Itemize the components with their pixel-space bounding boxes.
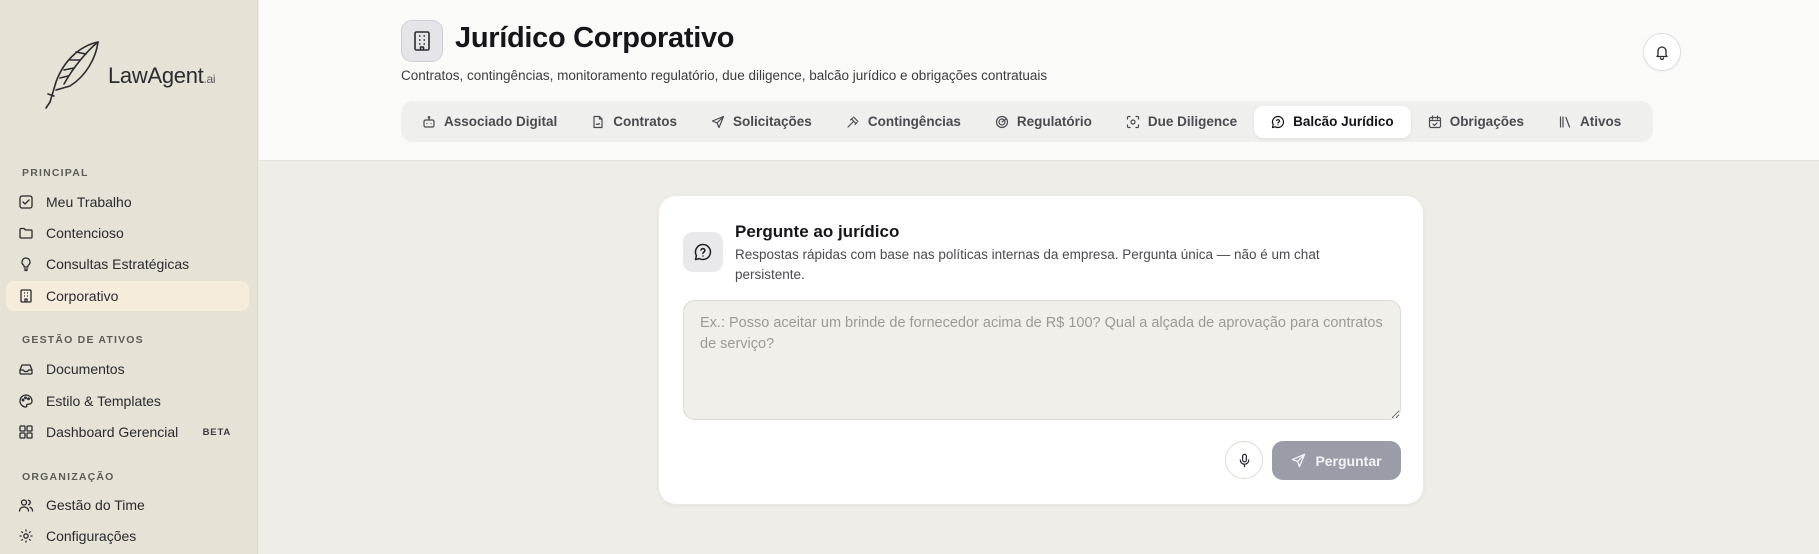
- tab-label: Contingências: [867, 114, 961, 129]
- tab-label: Obrigações: [1449, 114, 1524, 129]
- sidebar-item-label: Documentos: [46, 361, 125, 377]
- tab-regulatorio[interactable]: Regulatório: [978, 106, 1109, 138]
- card-description: Respostas rápidas com base nas políticas…: [735, 247, 1320, 282]
- users-icon: [18, 497, 34, 513]
- calendar-check-icon: [1428, 114, 1442, 129]
- sidebar-item-label: Estilo & Templates: [46, 393, 161, 409]
- brand-logo[interactable]: LawAgent.ai: [40, 38, 216, 110]
- sidebar-item-consultas-estrategicas[interactable]: Consultas Estratégicas: [6, 249, 249, 279]
- check-square-icon: [18, 194, 34, 210]
- sidebar: LawAgent.ai PRINCIPAL Meu Trabalho Conte…: [0, 0, 258, 554]
- sidebar-item-label: Configurações: [46, 528, 137, 544]
- tab-contratos[interactable]: Contratos: [574, 106, 694, 138]
- ask-legal-card: Pergunte ao jurídico Respostas rápidas c…: [658, 195, 1424, 505]
- notifications-button[interactable]: [1643, 33, 1681, 71]
- brand-name: LawAgent.ai: [108, 63, 216, 88]
- sidebar-item-documentos[interactable]: Documentos: [6, 354, 249, 384]
- voice-input-button[interactable]: [1225, 441, 1263, 479]
- scan-icon: [1126, 115, 1140, 129]
- lightbulb-icon: [18, 256, 34, 272]
- ask-button-label: Perguntar: [1315, 452, 1382, 469]
- ask-button[interactable]: Perguntar: [1272, 441, 1401, 480]
- tab-label: Associado Digital: [444, 114, 558, 129]
- sidebar-item-estilo-templates[interactable]: Estilo & Templates: [6, 386, 249, 416]
- bot-icon: [422, 115, 436, 129]
- bell-icon: [1656, 46, 1668, 60]
- question-input[interactable]: [683, 300, 1401, 420]
- tab-ativos[interactable]: Ativos: [1541, 106, 1638, 138]
- microphone-icon: [1239, 453, 1249, 467]
- section-label-principal: PRINCIPAL: [22, 167, 89, 179]
- sidebar-item-label: Corporativo: [46, 288, 119, 304]
- sidebar-item-label: Consultas Estratégicas: [46, 256, 190, 272]
- tab-contingencias[interactable]: Contingências: [829, 106, 978, 138]
- send-icon: [711, 115, 725, 129]
- sidebar-item-dashboard-gerencial[interactable]: Dashboard Gerencial BETA: [6, 417, 249, 447]
- gavel-icon: [846, 115, 860, 129]
- tab-label: Due Diligence: [1147, 114, 1238, 129]
- tab-associado-digital[interactable]: Associado Digital: [405, 106, 574, 138]
- sidebar-item-label: Contencioso: [46, 225, 124, 241]
- tab-balcao-juridico[interactable]: Balcão Jurídico: [1254, 105, 1411, 138]
- section-tabs: Associado Digital Contratos Solicitações…: [401, 101, 1653, 142]
- sidebar-item-gestao-do-time[interactable]: Gestão do Time: [6, 490, 249, 520]
- gear-icon: [18, 528, 34, 544]
- page-subtitle: Contratos, contingências, monitoramento …: [401, 68, 1048, 83]
- tab-label: Ativos: [1579, 114, 1622, 129]
- building-icon: [401, 20, 443, 62]
- tab-due-diligence[interactable]: Due Diligence: [1109, 106, 1254, 138]
- sidebar-item-corporativo[interactable]: Corporativo: [6, 281, 249, 311]
- file-signature-icon: [591, 115, 605, 129]
- sidebar-item-configuracoes[interactable]: Configurações: [6, 521, 249, 551]
- page-header: Jurídico Corporativo Contratos, contingê…: [259, 0, 1819, 161]
- building-icon: [18, 288, 34, 304]
- radar-icon: [995, 115, 1009, 129]
- tab-label: Regulatório: [1016, 114, 1092, 129]
- message-question-icon: [1271, 115, 1285, 129]
- message-question-icon: [683, 232, 723, 272]
- sidebar-item-label: Dashboard Gerencial: [46, 424, 179, 440]
- tab-label: Contratos: [613, 114, 678, 129]
- page-title: Jurídico Corporativo: [455, 22, 735, 54]
- card-title: Pergunte ao jurídico: [735, 222, 900, 241]
- folder-icon: [18, 225, 34, 241]
- sidebar-item-label: Meu Trabalho: [46, 194, 132, 210]
- tab-label: Balcão Jurídico: [1293, 114, 1394, 129]
- send-icon: [1292, 453, 1306, 468]
- dashboard-icon: [18, 424, 34, 440]
- tab-obrigacoes[interactable]: Obrigações: [1411, 106, 1541, 138]
- beta-badge: BETA: [202, 426, 231, 438]
- palette-icon: [18, 393, 34, 409]
- section-label-gestao-de-ativos: GESTÃO DE ATIVOS: [22, 334, 144, 346]
- tab-solicitacoes[interactable]: Solicitações: [694, 106, 829, 138]
- section-label-organizacao: ORGANIZAÇÃO: [22, 471, 115, 483]
- tab-label: Solicitações: [733, 114, 812, 129]
- sidebar-item-label: Gestão do Time: [46, 497, 145, 513]
- library-icon: [1558, 115, 1572, 129]
- sidebar-item-meu-trabalho[interactable]: Meu Trabalho: [6, 187, 249, 217]
- sidebar-item-contencioso[interactable]: Contencioso: [6, 218, 249, 248]
- quill-logo-icon: [45, 41, 99, 109]
- inbox-icon: [18, 361, 34, 377]
